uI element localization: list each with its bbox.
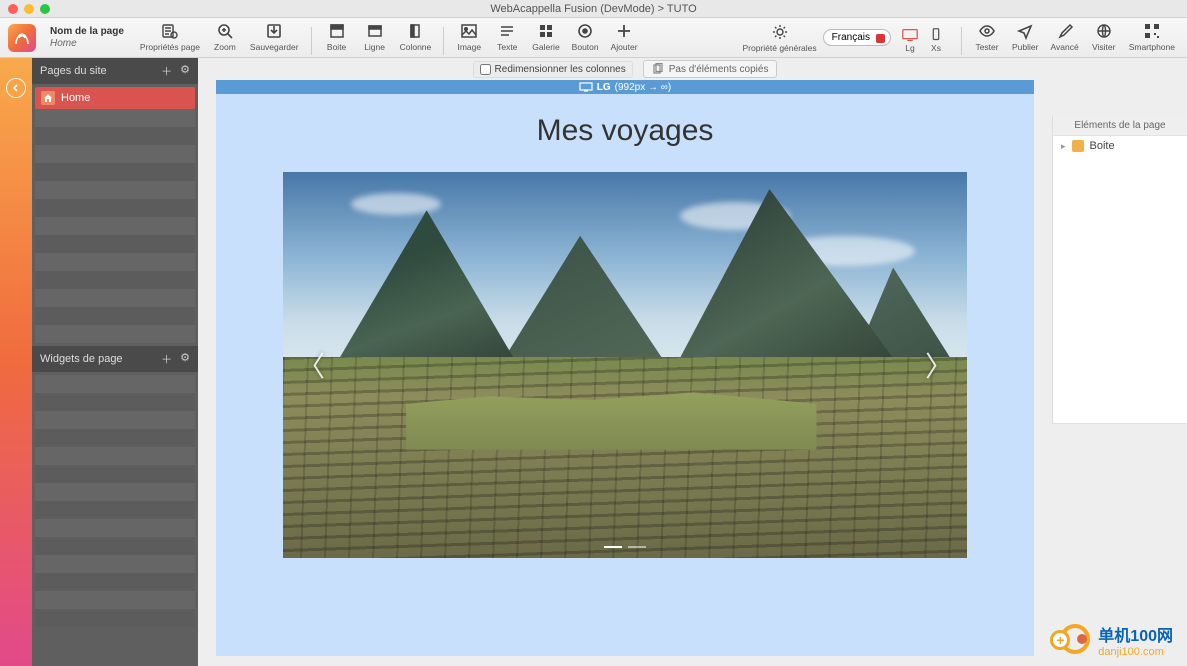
image-icon bbox=[460, 22, 478, 40]
widgets-panel-header: Widgets de page ＋ ⚙ bbox=[32, 346, 198, 372]
add-button[interactable]: Ajouter bbox=[605, 22, 644, 52]
box-icon bbox=[328, 22, 346, 40]
left-sidebar: Pages du site ＋ ⚙ Home Widgets de page ＋… bbox=[32, 58, 198, 666]
zoom-icon bbox=[216, 22, 234, 40]
column-button[interactable]: Colonne bbox=[394, 22, 438, 52]
main-toolbar: Nom de la page Home Propriétés page Zoom… bbox=[0, 18, 1187, 58]
clipboard-status: Pas d'éléments copiés bbox=[643, 60, 778, 78]
save-icon bbox=[265, 22, 283, 40]
qr-icon bbox=[1143, 22, 1161, 40]
gear-icon bbox=[771, 23, 789, 41]
column-icon bbox=[406, 22, 424, 40]
eye-icon bbox=[978, 22, 996, 40]
device-xs-button[interactable]: Xs bbox=[927, 27, 945, 53]
gallery-button[interactable]: Galerie bbox=[526, 22, 565, 52]
general-properties-button[interactable]: Propriété générales bbox=[736, 23, 822, 53]
page-surface[interactable]: Mes voyages 〈 〉 bbox=[216, 94, 1034, 656]
gallery-next-button[interactable]: 〉 bbox=[917, 337, 961, 393]
page-settings-icon[interactable]: ⚙ bbox=[180, 63, 190, 79]
toolbar-separator bbox=[961, 27, 962, 55]
gallery-icon bbox=[537, 22, 555, 40]
page-item-home[interactable]: Home bbox=[35, 87, 195, 109]
gallery-prev-button[interactable]: 〈 bbox=[289, 337, 333, 393]
right-sidebar: Eléments de la page ▸ Boite bbox=[1052, 116, 1187, 424]
widgets-empty-rows bbox=[35, 375, 195, 627]
toolbar-separator bbox=[311, 27, 312, 55]
widget-settings-icon[interactable]: ⚙ bbox=[180, 351, 190, 367]
brush-icon bbox=[1056, 22, 1074, 40]
pages-empty-rows bbox=[35, 109, 195, 343]
resize-columns-toggle[interactable]: Redimensionner les colonnes bbox=[473, 61, 633, 78]
window-title: WebAcappella Fusion (DevMode) > TUTO bbox=[0, 3, 1187, 15]
add-page-icon[interactable]: ＋ bbox=[161, 63, 172, 79]
widgets-list bbox=[32, 372, 198, 666]
maximize-icon[interactable] bbox=[40, 4, 50, 14]
add-widget-icon[interactable]: ＋ bbox=[161, 351, 172, 367]
gallery-element[interactable]: 〈 〉 bbox=[283, 172, 967, 558]
minimize-icon[interactable] bbox=[24, 4, 34, 14]
button-icon bbox=[576, 22, 594, 40]
page-name-value: Home bbox=[50, 38, 124, 50]
language-selector[interactable]: Français bbox=[823, 29, 891, 46]
gallery-indicators[interactable] bbox=[604, 546, 646, 548]
close-icon[interactable] bbox=[8, 4, 18, 14]
home-icon bbox=[41, 91, 55, 105]
smartphone-button[interactable]: Smartphone bbox=[1123, 22, 1181, 52]
pages-list: Home bbox=[32, 84, 198, 346]
element-item-boite[interactable]: ▸ Boite bbox=[1053, 136, 1187, 156]
page-name-block: Nom de la page Home bbox=[40, 26, 134, 50]
box-button[interactable]: Boite bbox=[318, 22, 356, 52]
line-button[interactable]: Ligne bbox=[356, 22, 394, 52]
line-icon bbox=[366, 22, 384, 40]
text-button[interactable]: Texte bbox=[488, 22, 526, 52]
watermark: + 单机100网 danji100.com bbox=[1050, 622, 1173, 658]
box-element-icon bbox=[1072, 140, 1084, 152]
text-icon bbox=[498, 22, 516, 40]
page-properties-button[interactable]: Propriétés page bbox=[134, 22, 206, 52]
zoom-button[interactable]: Zoom bbox=[206, 22, 244, 52]
button-button[interactable]: Bouton bbox=[566, 22, 605, 52]
breakpoint-ruler[interactable]: LG (992px → ∞) bbox=[216, 80, 1034, 94]
page-properties-icon bbox=[161, 22, 179, 40]
page-name-label: Nom de la page bbox=[50, 26, 124, 38]
publish-icon bbox=[1016, 22, 1034, 40]
window-titlebar: WebAcappella Fusion (DevMode) > TUTO bbox=[0, 0, 1187, 18]
save-button[interactable]: Sauvegarder bbox=[244, 22, 305, 52]
collapse-sidebar-button[interactable] bbox=[6, 78, 26, 98]
pages-panel-header: Pages du site ＋ ⚙ bbox=[32, 58, 198, 84]
plus-icon bbox=[615, 22, 633, 40]
publish-button[interactable]: Publier bbox=[1006, 22, 1044, 52]
test-button[interactable]: Tester bbox=[968, 22, 1006, 52]
canvas-area: Redimensionner les colonnes Pas d'élémen… bbox=[198, 58, 1187, 666]
page-heading[interactable]: Mes voyages bbox=[537, 114, 714, 148]
watermark-icon: + bbox=[1050, 622, 1090, 658]
elements-panel-header: Eléments de la page bbox=[1053, 116, 1187, 136]
app-logo-icon bbox=[6, 22, 38, 54]
left-rail bbox=[0, 58, 32, 666]
monitor-icon bbox=[579, 82, 593, 92]
visit-button[interactable]: Visiter bbox=[1085, 22, 1123, 52]
advanced-button[interactable]: Avancé bbox=[1044, 22, 1084, 52]
expand-icon[interactable]: ▸ bbox=[1061, 141, 1066, 152]
toolbar-separator bbox=[443, 27, 444, 55]
image-button[interactable]: Image bbox=[450, 22, 488, 52]
globe-icon bbox=[1095, 22, 1113, 40]
device-lg-button[interactable]: Lg bbox=[901, 27, 919, 53]
